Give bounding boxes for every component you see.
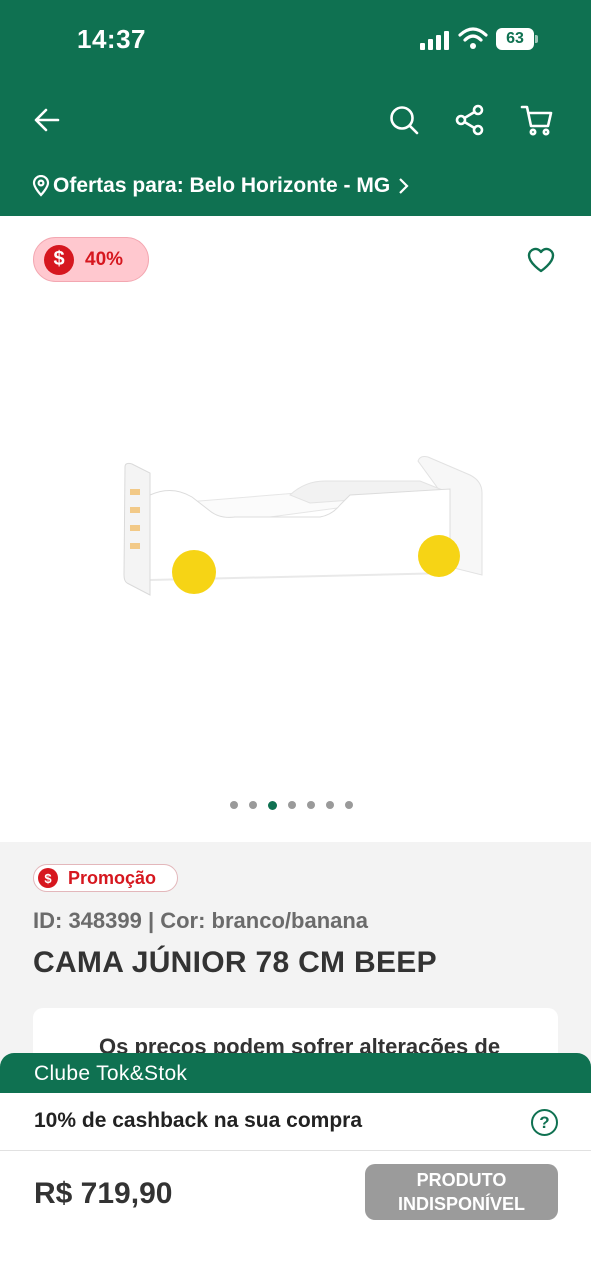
- gallery-dot[interactable]: [288, 801, 296, 809]
- gallery-dot[interactable]: [345, 801, 353, 809]
- club-title: Clube Tok&Stok: [34, 1062, 188, 1085]
- promo-badge: $ Promoção: [33, 864, 178, 892]
- purchase-bar: R$ 719,90 PRODUTO INDISPONÍVEL: [0, 1151, 591, 1280]
- question-circle-icon[interactable]: ?: [531, 1109, 558, 1136]
- back-button[interactable]: [25, 98, 69, 142]
- status-bar: 14:37 63: [0, 0, 591, 80]
- location-pin-icon: [32, 175, 50, 197]
- status-time: 14:37: [77, 24, 146, 54]
- product-image[interactable]: [110, 445, 490, 605]
- location-selector[interactable]: Ofertas para: Belo Horizonte - MG: [32, 168, 412, 204]
- unavailable-button-line1: PRODUTO: [416, 1170, 507, 1190]
- gallery-dot[interactable]: [230, 801, 238, 809]
- gallery-pagination: [230, 798, 353, 812]
- product-meta: ID: 348399 | Cor: branco/banana: [33, 908, 369, 933]
- gallery-dot[interactable]: [307, 801, 315, 809]
- cashback-row[interactable]: 10% de cashback na sua compra ?: [0, 1093, 591, 1151]
- gallery-dot-active[interactable]: [268, 800, 277, 810]
- chevron-right-icon: [399, 178, 409, 194]
- app-header: 14:37 63 Ofertas para: Belo Horizonte - …: [0, 0, 591, 216]
- cellular-signal-icon: [420, 30, 452, 50]
- battery-icon: 63: [496, 28, 538, 50]
- share-icon: [455, 104, 484, 136]
- arrow-left-icon: [34, 108, 60, 132]
- club-banner: Clube Tok&Stok: [0, 1053, 591, 1093]
- discount-percent: 40%: [85, 248, 124, 270]
- location-label: Ofertas para: Belo Horizonte - MG: [53, 174, 391, 197]
- product-title: CAMA JÚNIOR 78 CM BEEP: [33, 946, 437, 979]
- unavailable-button-line2: INDISPONÍVEL: [397, 1194, 526, 1214]
- gallery-dot[interactable]: [249, 801, 257, 809]
- cashback-text: 10% de cashback na sua compra: [34, 1109, 362, 1132]
- discount-badge: $ 40%: [33, 237, 149, 282]
- search-icon: [390, 106, 419, 135]
- share-button[interactable]: [448, 98, 492, 142]
- cart-button[interactable]: [515, 98, 559, 142]
- battery-level: 63: [496, 28, 534, 50]
- gallery-dot[interactable]: [326, 801, 334, 809]
- dollar-icon: $: [44, 244, 74, 275]
- cart-icon: [520, 105, 553, 136]
- favorite-button[interactable]: [520, 240, 562, 280]
- heart-icon: [527, 247, 555, 273]
- promo-label: Promoção: [68, 867, 157, 888]
- search-button[interactable]: [382, 98, 426, 142]
- product-price: R$ 719,90: [34, 1177, 173, 1210]
- product-page: 14:37 63 Ofertas para: Belo Horizonte - …: [0, 0, 591, 1280]
- unavailable-button[interactable]: PRODUTO INDISPONÍVEL: [365, 1164, 558, 1220]
- dollar-icon: $: [38, 868, 58, 888]
- wifi-icon: [458, 27, 488, 49]
